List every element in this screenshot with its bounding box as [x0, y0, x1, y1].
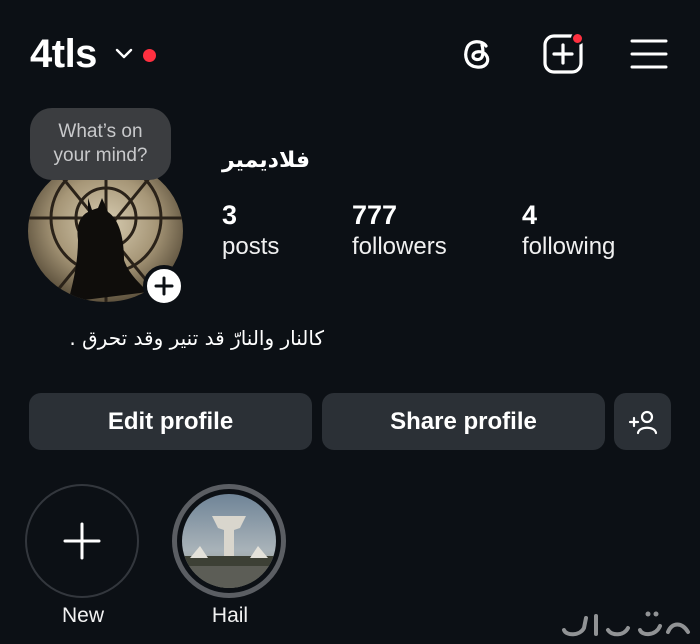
highlight-hail-label: Hail [211, 604, 249, 627]
followers-count-label: followers [352, 233, 447, 260]
highlight-new-label: New [61, 604, 104, 627]
note-bubble[interactable]: What’s on your mind? [30, 108, 171, 180]
posts-count[interactable]: 3 posts [222, 198, 279, 262]
plus-icon [154, 276, 174, 296]
notification-dot [143, 49, 156, 62]
note-text-line2: your mind? [53, 145, 148, 166]
following-count-value: 4 [522, 200, 538, 230]
haraj-watermark-logo [562, 611, 690, 637]
following-count[interactable]: 4 following [522, 198, 615, 262]
profile-username-switcher[interactable]: 4tls [30, 32, 97, 77]
menu-icon[interactable] [628, 33, 670, 75]
add-story-button[interactable] [143, 265, 185, 307]
posts-count-value: 3 [222, 200, 238, 230]
add-person-icon [628, 410, 657, 434]
discover-people-button[interactable] [614, 393, 671, 450]
followers-count[interactable]: 777 followers [352, 198, 447, 262]
top-bar: 4tls [0, 0, 700, 110]
followers-count-value: 777 [352, 200, 398, 230]
highlight-hail-circle[interactable] [172, 484, 286, 598]
highlight-new-circle[interactable] [25, 484, 139, 598]
highlight-hail[interactable]: Hail [172, 484, 288, 628]
create-notification-dot [571, 32, 584, 45]
following-count-label: following [522, 233, 616, 260]
edit-profile-button[interactable]: Edit profile [29, 393, 312, 450]
highlight-hail-image [182, 494, 276, 588]
share-profile-button[interactable]: Share profile [322, 393, 605, 450]
threads-icon[interactable] [456, 33, 498, 75]
posts-count-label: posts [222, 233, 280, 260]
highlight-new[interactable]: New [25, 484, 141, 628]
plus-icon [63, 522, 101, 560]
note-text-line1: What’s on [58, 121, 143, 142]
profile-bio: كالنار والنارّ قد تنير وقد تحرق . [69, 326, 324, 350]
profile-display-name: فلاديمير [222, 148, 311, 173]
chevron-down-icon[interactable] [114, 46, 134, 62]
